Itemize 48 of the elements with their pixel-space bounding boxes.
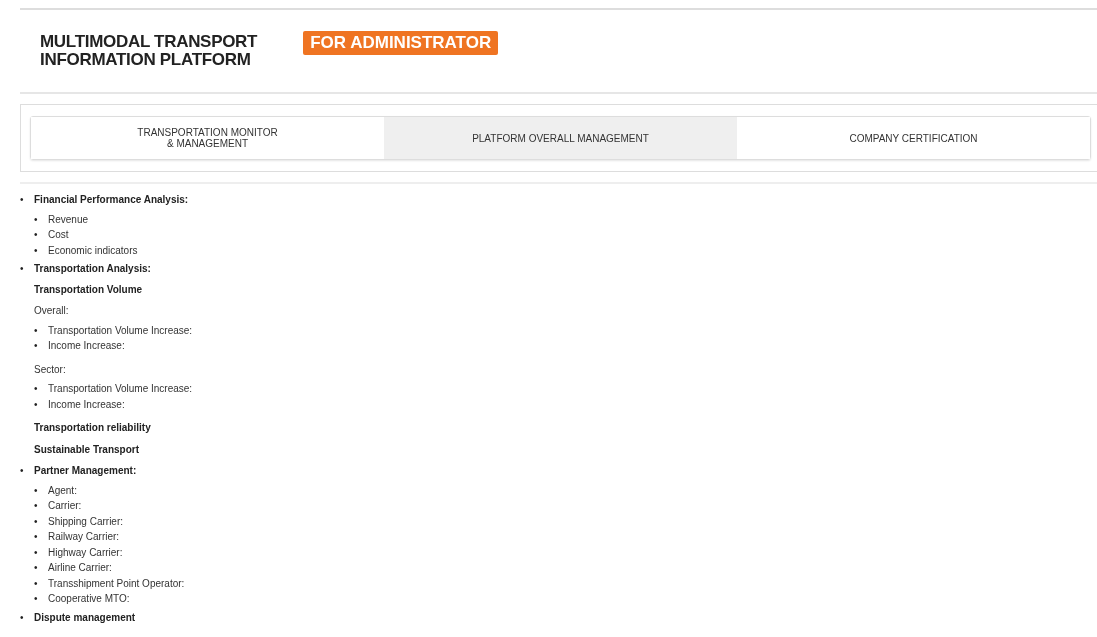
platform-title: MULTIMODAL TRANSPORT INFORMATION PLATFORM — [40, 33, 258, 69]
bullet: • — [34, 576, 39, 591]
nav-tab[interactable]: TRANSPORTATION MONITOR & MANAGEMENT — [31, 117, 384, 159]
bullet: • — [34, 499, 39, 513]
list-item: Income Increase: — [48, 397, 125, 412]
group-label: Sector: — [34, 362, 67, 377]
bullet: • — [34, 339, 39, 353]
bullet: • — [20, 610, 25, 625]
list-item: Cost — [48, 228, 69, 242]
list-item: Transshipment Point Operator: — [48, 576, 185, 591]
list-item: Transportation Volume Increase: — [48, 382, 193, 396]
bullet: • — [20, 464, 25, 478]
bullet: • — [20, 262, 25, 276]
bullet: • — [34, 212, 39, 227]
bullet: • — [34, 530, 39, 544]
bullet: • — [34, 514, 39, 529]
nav-tab[interactable]: PLATFORM OVERALL MANAGEMENT — [384, 117, 737, 159]
list-item: Transportation Volume Increase: — [48, 323, 193, 338]
list-item: Cooperative MTO: — [48, 592, 130, 606]
bullet: • — [20, 193, 25, 207]
nav-tab[interactable]: COMPANY CERTIFICATION — [737, 117, 1090, 159]
list-item: Carrier: — [48, 499, 82, 513]
list-item: Income Increase: — [48, 339, 125, 353]
group-label: Overall: — [34, 304, 70, 318]
list-item: Agent: — [48, 483, 77, 498]
section-title: Dispute management — [34, 610, 136, 625]
section-title: Transportation Analysis: — [34, 262, 151, 276]
bullet: • — [34, 323, 39, 338]
section-title: Financial Performance Analysis: — [34, 193, 189, 207]
list-item: Highway Carrier: — [48, 545, 123, 560]
bullet: • — [34, 228, 39, 242]
bullet: • — [34, 483, 39, 498]
subheading: Transportation Volume — [34, 282, 144, 297]
subheading: Sustainable Transport — [34, 442, 141, 457]
bullet: • — [34, 382, 39, 396]
list-item: Revenue — [48, 212, 89, 227]
bullet: • — [34, 397, 39, 412]
bullet: • — [34, 561, 39, 575]
section-title: Partner Management: — [34, 464, 137, 478]
bullet: • — [34, 545, 39, 560]
list-item: Railway Carrier: — [48, 530, 120, 544]
bullet: • — [34, 243, 39, 258]
role-badge: FOR ADMINISTRATOR — [303, 31, 499, 55]
list-item: Shipping Carrier: — [48, 514, 124, 529]
bullet: • — [34, 592, 39, 606]
list-item: Economic indicators — [48, 243, 138, 258]
subheading: Transportation reliability — [34, 421, 152, 435]
list-item: Airline Carrier: — [48, 561, 112, 575]
